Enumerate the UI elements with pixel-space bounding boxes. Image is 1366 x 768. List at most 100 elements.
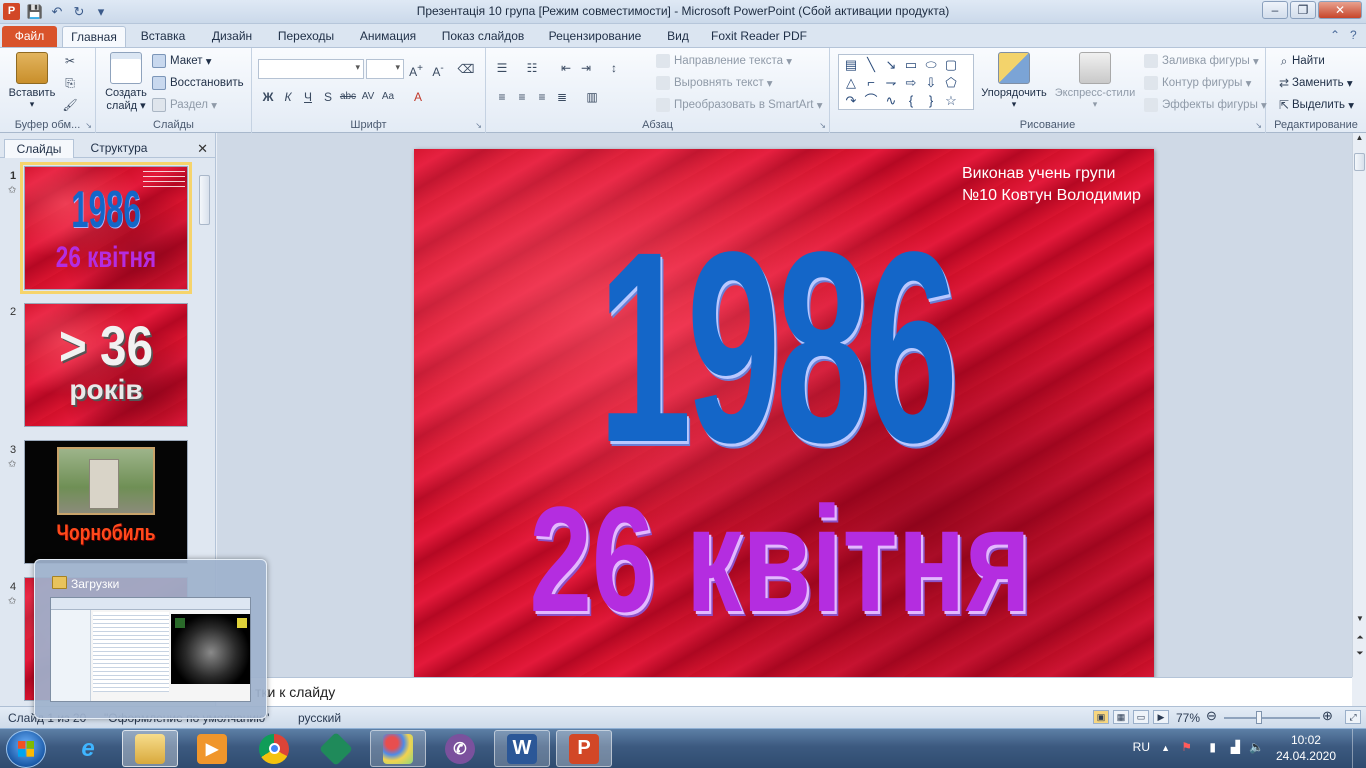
star-shape-icon[interactable]: ☆ — [941, 92, 961, 110]
oval-shape-icon[interactable]: ⬭ — [921, 56, 941, 74]
right-brace-icon[interactable]: } — [921, 92, 941, 110]
curve-arrow-icon[interactable]: ↷ — [841, 92, 861, 110]
shapes-gallery[interactable]: ▤ ╲ ↘ ▭ ⬭ ▢ △ ⌐ ⇁ ⇨ ⇩ ⬠ ↷ ⌒ ∿ { } ☆ — [838, 54, 974, 110]
reset-button[interactable]: Восстановить — [152, 74, 244, 92]
smartart-button[interactable]: Преобразовать в SmartArt ▾ — [656, 96, 822, 114]
zoom-slider-thumb[interactable] — [1256, 711, 1262, 724]
section-button[interactable]: Раздел ▾ — [152, 96, 217, 114]
close-panel-icon[interactable]: ✕ — [197, 141, 208, 157]
italic-icon[interactable]: К — [278, 88, 298, 106]
columns-icon[interactable]: ▥ — [582, 88, 602, 106]
volume-icon[interactable]: 🔈 — [1249, 740, 1264, 754]
minimize-button[interactable]: – — [1262, 1, 1288, 19]
next-slide-icon[interactable]: ⏷ — [1353, 648, 1366, 659]
previous-slide-icon[interactable]: ⏶ — [1353, 632, 1366, 643]
tab-insert[interactable]: Вставка — [134, 26, 192, 47]
preview-window-image[interactable] — [50, 597, 251, 702]
shape-effects-button[interactable]: Эффекты фигуры ▾ — [1144, 96, 1267, 114]
shrink-font-icon[interactable]: A- — [428, 60, 448, 79]
tab-animations[interactable]: Анимация — [352, 26, 424, 47]
arrange-button[interactable]: Упорядочить ▾ — [976, 52, 1052, 110]
increase-indent-icon[interactable]: ⇥ — [576, 59, 596, 77]
align-center-icon[interactable]: ≡ — [512, 88, 532, 106]
layout-button[interactable]: Макет ▾ — [152, 52, 212, 70]
reading-view-icon[interactable]: ▭ — [1133, 710, 1149, 724]
numbering-icon[interactable]: ☷ — [522, 59, 542, 77]
align-right-icon[interactable]: ≡ — [532, 88, 552, 106]
font-size-combo[interactable] — [366, 59, 404, 79]
panel-scrollbar[interactable] — [198, 171, 212, 271]
maximize-button[interactable]: ❐ — [1290, 1, 1316, 19]
input-language[interactable]: RU — [1133, 740, 1150, 754]
textbox-shape-icon[interactable]: ▤ — [841, 56, 861, 74]
right-arrow-shape-icon[interactable]: ⇨ — [901, 74, 921, 92]
shadow-icon[interactable]: S — [318, 88, 338, 106]
decrease-indent-icon[interactable]: ⇤ — [556, 59, 576, 77]
collapse-ribbon-icon[interactable]: ⌃ — [1330, 28, 1340, 42]
cut-icon[interactable]: ✂ — [60, 52, 80, 70]
char-spacing-icon[interactable]: AV — [358, 88, 378, 106]
arrow-line-shape-icon[interactable]: ↘ — [881, 56, 901, 74]
editor-scrollbar[interactable]: ▲ ▼ ⏶ ⏷ — [1352, 133, 1366, 677]
format-painter-icon[interactable]: 🖌 — [60, 96, 80, 114]
tab-transitions[interactable]: Переходы — [272, 26, 340, 47]
strikethrough-icon[interactable]: abc — [338, 88, 358, 106]
tab-design[interactable]: Дизайн — [204, 26, 260, 47]
current-slide[interactable]: Виконав учень групи №10 Ковтун Володимир… — [414, 149, 1154, 677]
clear-formatting-icon[interactable]: ⌫ — [456, 60, 476, 78]
line-spacing-icon[interactable]: ↕ — [604, 59, 624, 77]
tab-home[interactable]: Главная — [62, 26, 126, 47]
clipboard-launcher-icon[interactable]: ↘ — [85, 121, 92, 130]
elbow-arrow-icon[interactable]: ⇁ — [881, 74, 901, 92]
tab-review[interactable]: Рецензирование — [542, 26, 648, 47]
align-text-button[interactable]: Выровнять текст ▾ — [656, 74, 773, 92]
replace-button[interactable]: ⇄ Заменить ▾ — [1276, 74, 1353, 92]
taskbar-app-green[interactable] — [308, 730, 364, 767]
select-button[interactable]: ⇱ Выделить ▾ — [1276, 96, 1354, 114]
line-shape-icon[interactable]: ╲ — [861, 56, 881, 74]
copy-icon[interactable]: ⎘ — [60, 74, 80, 92]
text-direction-button[interactable]: Направление текста ▾ — [656, 52, 792, 70]
scroll-down-icon[interactable]: ▼ — [1353, 614, 1366, 623]
editor-scroll-thumb[interactable] — [1354, 153, 1365, 171]
tab-file[interactable]: Файл — [2, 26, 57, 47]
tab-slides[interactable]: Слайды — [4, 139, 74, 158]
down-arrow-shape-icon[interactable]: ⇩ — [921, 74, 941, 92]
taskbar-word[interactable]: W — [494, 730, 550, 767]
paragraph-launcher-icon[interactable]: ↘ — [819, 121, 826, 130]
underline-icon[interactable]: Ч — [298, 88, 318, 106]
tab-view[interactable]: Вид — [660, 26, 696, 47]
panel-scroll-thumb[interactable] — [199, 175, 210, 225]
slideshow-view-icon[interactable]: ▶ — [1153, 710, 1169, 724]
clock[interactable]: 10:02 24.04.2020 — [1276, 732, 1336, 764]
new-slide-button[interactable]: Создать слайд ▾ — [100, 52, 152, 112]
shape-outline-button[interactable]: Контур фигуры ▾ — [1144, 74, 1251, 92]
notes-pane[interactable]: тки к слайду — [217, 677, 1352, 706]
bullets-icon[interactable]: ☰ — [492, 59, 512, 77]
find-button[interactable]: ⌕ Найти — [1276, 52, 1325, 70]
language-indicator[interactable]: русский — [298, 711, 341, 725]
justify-icon[interactable]: ≣ — [552, 88, 572, 106]
zoom-in-icon[interactable]: ⊕ — [1322, 708, 1333, 724]
tab-outline[interactable]: Структура — [80, 139, 158, 158]
font-color-icon[interactable]: A — [408, 88, 428, 106]
taskbar-chrome[interactable] — [246, 730, 302, 767]
taskbar-viber[interactable]: ✆ — [432, 730, 488, 767]
action-center-icon[interactable]: ⚑ — [1181, 740, 1192, 754]
zoom-level[interactable]: 77% — [1176, 711, 1200, 725]
rounded-rect-shape-icon[interactable]: ▢ — [941, 56, 961, 74]
taskbar-thumbnail-preview[interactable]: Загрузки — [34, 559, 267, 719]
fit-to-window-icon[interactable]: ⤢ — [1345, 710, 1361, 724]
curve-icon[interactable]: ∿ — [881, 92, 901, 110]
left-brace-icon[interactable]: { — [901, 92, 921, 110]
triangle-shape-icon[interactable]: △ — [841, 74, 861, 92]
slide-thumbnail-3[interactable]: Чорнобиль — [24, 440, 188, 564]
slide-author-text[interactable]: Виконав учень групи №10 Ковтун Володимир — [962, 163, 1152, 207]
elbow-connector-icon[interactable]: ⌐ — [861, 74, 881, 92]
font-family-combo[interactable] — [258, 59, 364, 79]
tab-slideshow[interactable]: Показ слайдов — [436, 26, 530, 47]
bold-icon[interactable]: Ж — [258, 88, 278, 106]
change-case-icon[interactable]: Aa — [378, 88, 398, 106]
slide-thumbnail-2[interactable]: > 36 років — [24, 303, 188, 427]
arc-icon[interactable]: ⌒ — [861, 92, 881, 110]
